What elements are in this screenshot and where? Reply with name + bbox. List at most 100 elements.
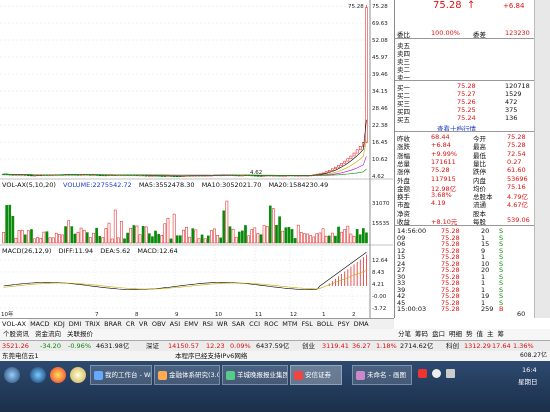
tab-psy[interactable]: PSY [336, 319, 352, 329]
volume-bar [358, 234, 362, 244]
buy-level-row: 买二 75.27 1529 [395, 90, 535, 100]
volume-bar [104, 228, 108, 244]
volume-bar [225, 200, 229, 244]
volume-bar [11, 215, 15, 244]
volume-bar [61, 234, 64, 244]
chart-canvas[interactable]: 75.28 69.63 52.08 45.97 39.46 34.15 28.46 22.38… [0, 0, 393, 318]
stat-row: 涨跌 +6.84 最高 75.28 [395, 141, 535, 151]
volume-bar [98, 235, 102, 244]
volume-bar [234, 236, 238, 244]
price-change: +6.84 [503, 2, 525, 10]
tab-关联报价[interactable]: 关联报价 [67, 330, 93, 338]
tab-势[interactable]: 势 [466, 330, 473, 338]
price-tick-label: 45.97 [372, 55, 388, 61]
volume-bar [154, 230, 157, 244]
tick-extra: 60 [395, 310, 535, 318]
taskbar-app-3[interactable]: 羊城晚报报业集团... [222, 365, 288, 385]
start-button-icon[interactable] [4, 367, 20, 383]
taskbar-app-1[interactable]: 我的工作台 - Win... [90, 365, 152, 385]
vol-ma5: MA5:3552478.30 [138, 181, 195, 189]
tab-macd[interactable]: MACD [28, 319, 51, 329]
tab-wr[interactable]: WR [215, 319, 230, 329]
tab-obv[interactable]: OBV [150, 319, 168, 329]
folder-icon[interactable] [70, 367, 86, 383]
candle-body [337, 165, 340, 168]
tab-个股资讯[interactable]: 个股资讯 [3, 330, 29, 338]
volume-bar [194, 229, 198, 244]
stat-row: 换手 3.68% 总股本 4.79亿 [395, 191, 535, 201]
ma-line [3, 119, 367, 177]
tab-mtm[interactable]: MTM [280, 319, 299, 329]
volume-bar [138, 234, 142, 244]
volume-bar [362, 228, 365, 244]
tab-fsl[interactable]: FSL [299, 319, 314, 329]
tab-筹码[interactable]: 筹码 [415, 330, 428, 338]
tab-trix[interactable]: TRIX [83, 319, 102, 329]
divider [395, 225, 535, 226]
stat-row: 市盈 4.19 流通 4.67亿 [395, 199, 535, 209]
tab-emv[interactable]: EMV [182, 319, 200, 329]
level-price: 75.27 [457, 90, 476, 98]
volume-bar [312, 236, 316, 244]
chart-area[interactable]: 75.28 69.63 52.08 45.97 39.46 34.15 28.46 22.38… [0, 0, 393, 318]
stat-value-2: 75.16 [507, 182, 526, 191]
stat-value: 68.44 [431, 133, 450, 141]
tab-boll[interactable]: BOLL [315, 319, 336, 329]
price-tick-label: 28.46 [372, 106, 388, 112]
taskbar-app-4[interactable]: 安信证券 [290, 365, 342, 385]
ime-icon[interactable] [418, 369, 427, 378]
panel-scrollbar[interactable] [534, 0, 550, 318]
tab-vol-ax[interactable]: VOL-AX [0, 319, 29, 329]
volume-bar [129, 228, 133, 244]
candle-body [340, 163, 343, 166]
candle-body [349, 155, 353, 159]
taskbar-app-2[interactable]: 金融体系研究(3.0-... [154, 365, 220, 385]
tab-分笔[interactable]: 分笔 [398, 330, 411, 338]
tab-筹[interactable]: 筹 [498, 330, 505, 338]
tab-明细[interactable]: 明细 [449, 330, 462, 338]
volume-bar [64, 226, 67, 244]
tab-vr[interactable]: VR [137, 319, 150, 329]
tab-brar[interactable]: BRAR [102, 319, 124, 329]
tab-cr[interactable]: CR [124, 319, 137, 329]
stat-row: 涨停 75.28 跌停 61.60 [395, 166, 535, 176]
server-name[interactable]: 东莞电信云1 [2, 351, 39, 361]
candle-body [355, 149, 359, 154]
taskbar-app-5[interactable]: 未命名 - 画图 [352, 365, 412, 385]
volume-icon[interactable] [446, 369, 455, 378]
ie-icon[interactable] [30, 367, 46, 383]
tab-sar[interactable]: SAR [230, 319, 247, 329]
more-levels-link[interactable]: 查看十档行情 [395, 123, 535, 133]
tab-dma[interactable]: DMA [352, 319, 371, 329]
clock-time[interactable]: 16:4 [522, 366, 537, 374]
tab-kdj[interactable]: KDJ [52, 319, 67, 329]
volume-bar [324, 235, 328, 244]
stat-value-2: 539.06 [507, 216, 530, 224]
tab-dmi[interactable]: DMI [67, 319, 84, 329]
tab-值[interactable]: 值 [477, 330, 484, 338]
windows-taskbar: 我的工作台 - Win... 金融体系研究(3.0-... 羊城晚报报业集团..… [0, 361, 550, 412]
tab-盘口[interactable]: 盘口 [432, 330, 445, 338]
volume-tick-label: 15535 [372, 221, 390, 227]
tab-资金流向[interactable]: 资金流向 [35, 330, 61, 338]
volume-bar [247, 235, 250, 244]
volume-bar [340, 231, 343, 244]
level-volume: 472 [505, 98, 518, 106]
tab-roc[interactable]: ROC [262, 319, 280, 329]
volume-bar [219, 237, 223, 244]
volume-bar [278, 216, 281, 244]
tab-rsi[interactable]: RSI [200, 319, 215, 329]
volume-bar [346, 225, 350, 244]
tab-cci[interactable]: CCI [247, 319, 262, 329]
network-icon[interactable] [432, 369, 441, 378]
candle-body [327, 170, 331, 172]
tab-主[interactable]: 主 [487, 330, 494, 338]
volume-bar [113, 209, 117, 244]
level-volume: 136 [505, 114, 518, 122]
taskbar-app-label: 安信证券 [305, 371, 331, 379]
macd-tick-label: 8.43 [372, 270, 385, 276]
chrome-icon[interactable] [50, 367, 66, 383]
volume-bar [135, 225, 139, 244]
tab-asi[interactable]: ASI [168, 319, 183, 329]
volume-bar [337, 226, 340, 244]
